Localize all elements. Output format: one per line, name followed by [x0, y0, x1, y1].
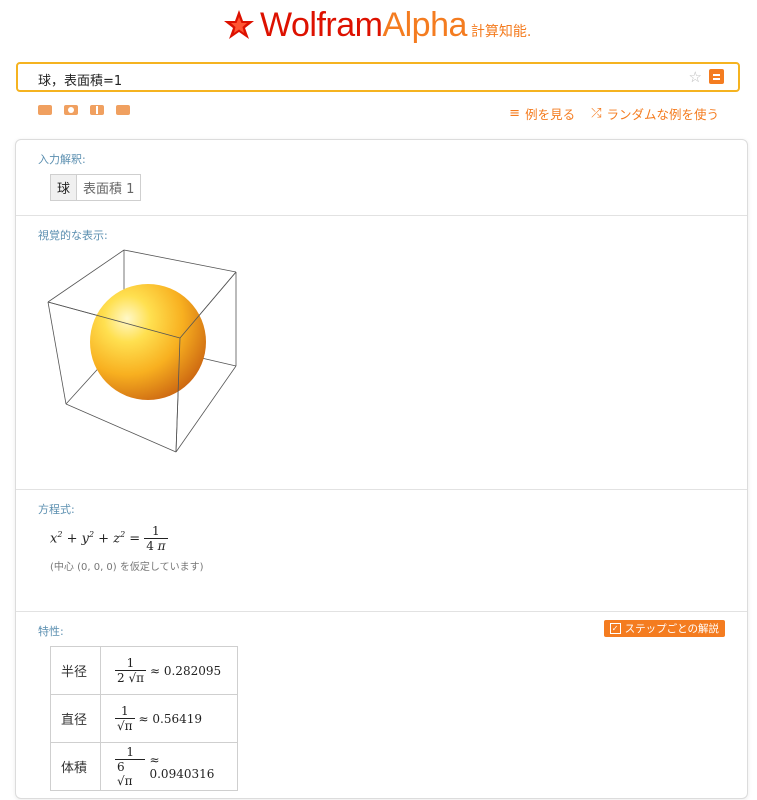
interpretation-box: 球 表面積 1: [50, 174, 142, 201]
property-value: 1 √π ≈ 0.56419: [100, 694, 238, 743]
sphere-equation: x2 + y2 + z2 = 14 π: [50, 524, 168, 553]
step-by-step-button[interactable]: ✓ ステップごとの解説: [603, 620, 725, 637]
random-example-link[interactable]: ⤮ ランダムな例を使う: [591, 104, 719, 123]
value-numerator: 1: [120, 704, 129, 718]
value-denominator: √π: [115, 718, 135, 733]
logo-tagline: 計算知能.: [470, 23, 532, 40]
header: Wolfram Alpha 計算知能.: [0, 0, 757, 52]
step-button-label: ステップごとの解説: [624, 623, 719, 635]
value-approx: ≈ 0.56419: [138, 711, 203, 726]
value-approx: ≈ 0.0940316: [149, 752, 215, 781]
camera-icon[interactable]: [64, 105, 78, 115]
property-label: 体積: [50, 742, 101, 791]
shuffle-icon: ⤮: [591, 106, 602, 121]
logo-wolfram-text: Wolfram: [260, 6, 383, 44]
search-input[interactable]: 球，表面積=1 ☆: [16, 62, 740, 92]
interpretation-property: 表面積 1: [83, 182, 135, 197]
wolframalpha-logo[interactable]: Wolfram Alpha 計算知能.: [222, 6, 531, 45]
logo-alpha-text: Alpha: [382, 6, 467, 44]
property-value: 12 √π ≈ 0.282095: [100, 646, 238, 695]
spikey-icon: [224, 9, 254, 39]
pod-title: 入力解釈:: [38, 153, 86, 166]
pod-title: 方程式:: [38, 503, 75, 516]
table-row: 直径 1 √π ≈ 0.56419: [50, 694, 238, 743]
value-denominator: 2 √π: [115, 670, 146, 685]
pod-properties: 特性: ✓ ステップごとの解説 半径 12 √π ≈ 0.282095 直径 1: [16, 611, 747, 800]
example-links: ≡ 例を見る ⤮ ランダムな例を使う: [509, 104, 719, 123]
pod-visual-representation: 視覚的な表示:: [16, 215, 747, 489]
random-label: ランダムな例を使う: [606, 107, 719, 122]
value-denominator: 6 √π: [115, 759, 146, 788]
property-label: 直径: [50, 694, 101, 743]
interpretation-entity: 球: [51, 175, 78, 200]
table-row: 体積 16 √π ≈ 0.0940316: [50, 742, 238, 791]
menu-icon[interactable]: [709, 69, 724, 84]
examples-link[interactable]: ≡ 例を見る: [509, 104, 575, 123]
value-numerator: 1: [126, 745, 135, 759]
properties-table: 半径 12 √π ≈ 0.282095 直径 1 √π ≈ 0.56419 体積…: [50, 646, 238, 791]
value-numerator: 1: [126, 656, 135, 670]
keyboard-icon[interactable]: [38, 105, 52, 115]
property-value: 16 √π ≈ 0.0940316: [100, 742, 238, 791]
input-tools: [38, 105, 130, 115]
examples-label: 例を見る: [525, 107, 576, 122]
pod-title: 視覚的な表示:: [38, 229, 108, 242]
pod-title: 特性:: [38, 625, 64, 638]
sphere-plot[interactable]: [46, 244, 246, 456]
pod-equation: 方程式: x2 + y2 + z2 = 14 π (中心 (0, 0, 0) を…: [16, 489, 747, 611]
equation-assumption-note: (中心 (0, 0, 0) を仮定しています): [50, 562, 204, 573]
sphere-shape: [90, 284, 206, 400]
results-panel: 入力解釈: 球 表面積 1 視覚的な表示: 方程式: x2 + y2 + z2 …: [15, 139, 748, 799]
table-row: 半径 12 √π ≈ 0.282095: [50, 646, 238, 695]
table-icon[interactable]: [90, 105, 104, 115]
checkbox-icon: ✓: [609, 623, 621, 634]
list-icon: ≡: [509, 106, 521, 121]
property-label: 半径: [50, 646, 101, 695]
search-query-text[interactable]: 球，表面積=1: [38, 70, 122, 89]
folder-icon[interactable]: [116, 105, 130, 115]
pod-input-interpretation: 入力解釈: 球 表面積 1: [16, 140, 747, 215]
star-icon[interactable]: ☆: [689, 68, 702, 86]
value-approx: ≈ 0.282095: [149, 663, 222, 678]
